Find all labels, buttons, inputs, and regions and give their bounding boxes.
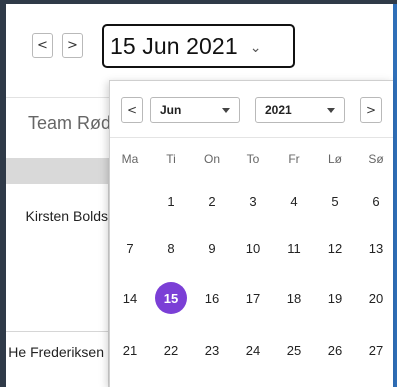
- weekday-label: To: [246, 152, 260, 166]
- weekday-label: Sø: [368, 152, 384, 166]
- calendar-day[interactable]: 2: [192, 185, 232, 217]
- weekday-label: Lø: [327, 152, 342, 166]
- window-frame-right: [393, 4, 397, 387]
- calendar-day[interactable]: 27: [356, 334, 393, 366]
- dropdown-arrow-icon: [222, 108, 230, 113]
- calendar-day[interactable]: 24: [233, 334, 273, 366]
- window-frame-top: [0, 0, 397, 4]
- calendar-day[interactable]: 17: [233, 282, 273, 314]
- calendar-day[interactable]: 6: [356, 185, 393, 217]
- calendar-day[interactable]: 20: [356, 282, 393, 314]
- calendar-day[interactable]: 23: [192, 334, 232, 366]
- selected-date-text: 15 Jun 2021: [110, 32, 238, 59]
- dropdown-arrow-icon: [327, 108, 335, 113]
- calendar-day[interactable]: 25: [274, 334, 314, 366]
- weekday-label: On: [203, 152, 220, 166]
- calendar-day[interactable]: 9: [192, 232, 232, 264]
- calendar-day[interactable]: 3: [233, 185, 273, 217]
- chevron-left-icon: <: [37, 38, 48, 53]
- chevron-down-icon: ⌄: [249, 39, 262, 56]
- calendar-day[interactable]: 13: [356, 232, 393, 264]
- row-divider: [6, 331, 109, 332]
- calendar-day[interactable]: 19: [315, 282, 355, 314]
- calendar-day[interactable]: 21: [110, 334, 150, 366]
- month-select[interactable]: Jun: [150, 97, 240, 123]
- calendar-day[interactable]: 5: [315, 185, 355, 217]
- datepicker-popup: < Jun 2021 > Ma Ti On To Fr Lø Sø 1 2 3 …: [109, 80, 393, 387]
- date-picker-field[interactable]: 15 Jun 2021 ⌄: [102, 24, 295, 68]
- chevron-right-icon: >: [365, 103, 377, 117]
- picker-divider: [110, 137, 393, 138]
- chevron-left-icon: <: [126, 103, 138, 117]
- calendar-day[interactable]: 16: [192, 282, 232, 314]
- year-select[interactable]: 2021: [255, 97, 345, 123]
- next-month-button[interactable]: >: [360, 97, 382, 123]
- calendar-day[interactable]: 12: [315, 232, 355, 264]
- previous-month-button[interactable]: <: [121, 97, 143, 123]
- calendar-day[interactable]: 7: [110, 232, 150, 264]
- weekday-label: Ma: [121, 152, 139, 166]
- calendar-day[interactable]: 1: [151, 185, 191, 217]
- calendar-day[interactable]: 18: [274, 282, 314, 314]
- chevron-right-icon: >: [67, 38, 78, 53]
- calendar-day[interactable]: 10: [233, 232, 273, 264]
- calendar-day[interactable]: 26: [315, 334, 355, 366]
- calendar-day[interactable]: 8: [151, 232, 191, 264]
- calendar-day[interactable]: 14: [110, 282, 150, 314]
- person-name-1: Kirsten Bolds: [25, 208, 108, 224]
- month-select-value: Jun: [160, 103, 182, 117]
- calendar-day-selected[interactable]: 15: [151, 282, 191, 314]
- next-day-button[interactable]: >: [62, 33, 83, 58]
- weekday-label: Ti: [166, 152, 176, 166]
- year-select-value: 2021: [265, 103, 292, 117]
- calendar-day[interactable]: 4: [274, 185, 314, 217]
- team-label: Team Rød: [28, 113, 112, 133]
- window-frame-left: [0, 0, 6, 387]
- previous-day-button[interactable]: <: [32, 33, 53, 58]
- weekday-label: Fr: [288, 152, 300, 166]
- calendar-day[interactable]: 22: [151, 334, 191, 366]
- calendar-day[interactable]: 11: [274, 232, 314, 264]
- person-name-2: He Frederiksen: [8, 344, 104, 360]
